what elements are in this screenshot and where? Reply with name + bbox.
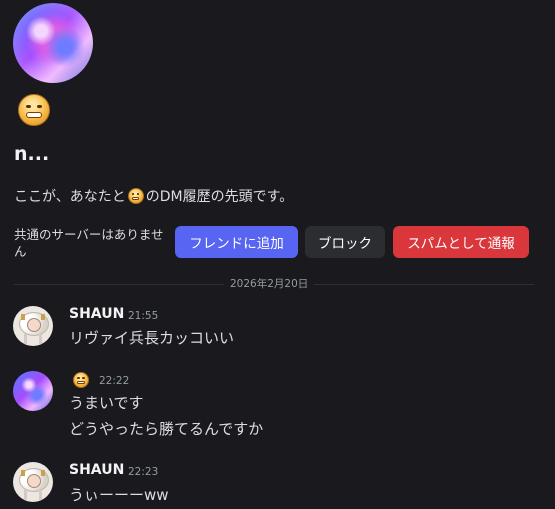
message-text: リヴァイ兵長カッコいい [69, 329, 235, 347]
message-text: うぃーーーww [69, 486, 169, 504]
dm-intro-after: のDM履歴の先頭です。 [145, 189, 294, 205]
profile-username: n... [14, 143, 50, 165]
message-author[interactable]: SHAUN [69, 462, 124, 478]
avatar[interactable] [13, 462, 53, 502]
dm-intro-text: ここが、あなたと のDM履歴の先頭です。 [14, 186, 293, 206]
grimacing-face-icon [18, 94, 50, 126]
grimacing-face-icon [73, 372, 89, 388]
mutual-servers-text: 共通のサーバーはありません [14, 227, 164, 259]
message-timestamp: 21:55 [128, 310, 159, 322]
block-button[interactable]: ブロック [305, 226, 385, 258]
message-author[interactable]: SHAUN [69, 306, 124, 322]
message-timestamp: 22:23 [128, 466, 159, 478]
message-text: うまいです [69, 394, 144, 412]
message-text: どうやったら勝てるんですか [69, 420, 264, 438]
message-timestamp: 22:22 [99, 375, 130, 387]
avatar[interactable] [13, 306, 53, 346]
avatar[interactable] [13, 371, 53, 411]
dm-intro-before: ここが、あなたと [14, 189, 126, 205]
report-spam-button[interactable]: スパムとして通報 [393, 226, 529, 258]
profile-avatar[interactable] [13, 3, 93, 83]
grimacing-face-icon [127, 188, 144, 204]
add-friend-button[interactable]: フレンドに追加 [175, 226, 298, 258]
date-divider-label: 2026年2月20日 [224, 276, 315, 292]
